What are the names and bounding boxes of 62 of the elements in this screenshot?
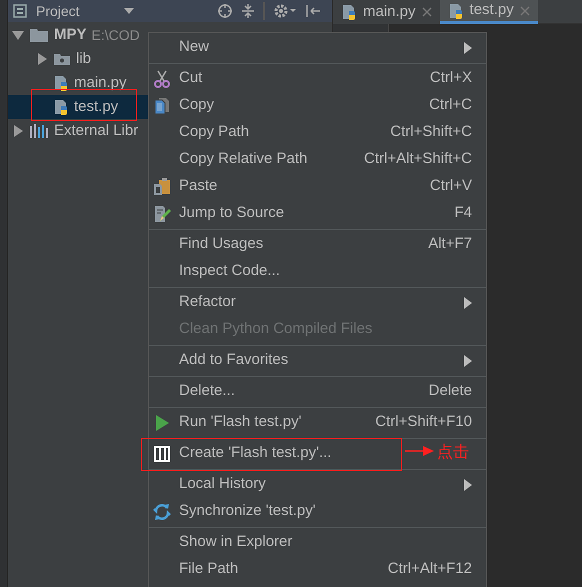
python-file-icon bbox=[341, 4, 357, 20]
dropdown-caret-icon[interactable] bbox=[124, 8, 134, 14]
menu-item[interactable]: New bbox=[179, 36, 210, 59]
menu-item[interactable]: Run 'Flash test.py' bbox=[179, 411, 302, 434]
menu-item[interactable]: Jump to Source bbox=[179, 202, 284, 225]
libraries-icon bbox=[29, 123, 49, 139]
scissors-icon bbox=[153, 70, 171, 88]
python-file-icon bbox=[53, 75, 69, 91]
menu-item[interactable]: Cut bbox=[179, 67, 202, 90]
folder-icon bbox=[29, 27, 49, 43]
copy-icon bbox=[153, 96, 171, 114]
menu-item[interactable]: Find Usages bbox=[179, 233, 264, 256]
menu-item[interactable]: Local History bbox=[179, 473, 266, 496]
collapse-icon[interactable] bbox=[240, 3, 255, 19]
crosshair-icon[interactable] bbox=[216, 3, 233, 19]
expand-arrow-icon[interactable] bbox=[12, 29, 24, 41]
menu-item[interactable]: Create 'Flash test.py'... bbox=[179, 442, 332, 465]
menu-item[interactable]: Copy Relative Path bbox=[179, 148, 308, 171]
tree-item[interactable]: External Libr bbox=[54, 120, 138, 142]
menu-item[interactable]: Inspect Code... bbox=[179, 260, 280, 283]
menu-item[interactable]: Copy bbox=[179, 94, 214, 117]
shortcut-text: Ctrl+Shift+C bbox=[390, 122, 472, 142]
menu-item[interactable]: Refactor bbox=[179, 291, 236, 314]
tree-item[interactable]: lib bbox=[76, 48, 92, 70]
shortcut-text: Ctrl+X bbox=[430, 68, 472, 88]
menu-item[interactable]: File Path bbox=[179, 558, 238, 581]
expand-arrow-icon[interactable] bbox=[36, 53, 48, 65]
python-file-icon bbox=[53, 99, 69, 115]
sync-icon bbox=[153, 502, 171, 520]
menu-item[interactable]: Copy Path bbox=[179, 121, 250, 144]
shortcut-text: Ctrl+Alt+Shift+C bbox=[364, 149, 472, 170]
play-icon bbox=[153, 414, 171, 432]
shortcut-text: Ctrl+Alt+F12 bbox=[388, 559, 472, 580]
arrow-icon bbox=[405, 446, 434, 456]
folder-icon bbox=[53, 51, 71, 67]
annotation-text: 点击 bbox=[437, 442, 469, 463]
shortcut-text: Ctrl+Shift+F10 bbox=[375, 412, 472, 432]
editor-tab[interactable]: test.py bbox=[440, 0, 538, 24]
tree-item[interactable]: test.py bbox=[74, 96, 118, 118]
python-file-icon bbox=[448, 2, 464, 18]
tree-item[interactable]: MPY bbox=[54, 24, 87, 46]
menu-item[interactable]: Paste bbox=[179, 175, 218, 198]
hide-panel-icon[interactable] bbox=[304, 3, 321, 19]
shortcut-text: Ctrl+C bbox=[429, 95, 472, 116]
frame-icon bbox=[153, 444, 171, 462]
shortcut-text: Ctrl+V bbox=[430, 176, 472, 196]
project-icon bbox=[12, 3, 28, 19]
pencil-icon bbox=[153, 204, 171, 222]
panel-title: Project bbox=[36, 2, 80, 21]
shortcut-text: F4 bbox=[454, 203, 472, 224]
expand-arrow-icon[interactable] bbox=[12, 125, 24, 137]
clipboard-icon bbox=[153, 178, 171, 196]
shortcut-text: Delete bbox=[428, 381, 472, 402]
menu-item[interactable]: Synchronize 'test.py' bbox=[179, 500, 316, 523]
menu-item[interactable]: Add to Favorites bbox=[179, 349, 288, 372]
shortcut-text: Alt+F7 bbox=[428, 234, 472, 254]
close-icon[interactable] bbox=[422, 7, 432, 17]
tree-item[interactable]: main.py bbox=[74, 72, 127, 94]
menu-item[interactable]: Show in Explorer bbox=[179, 531, 292, 554]
menu-item[interactable]: Delete... bbox=[179, 380, 235, 403]
path-text: E:\COD bbox=[92, 26, 140, 44]
settings-icon[interactable] bbox=[272, 3, 297, 19]
